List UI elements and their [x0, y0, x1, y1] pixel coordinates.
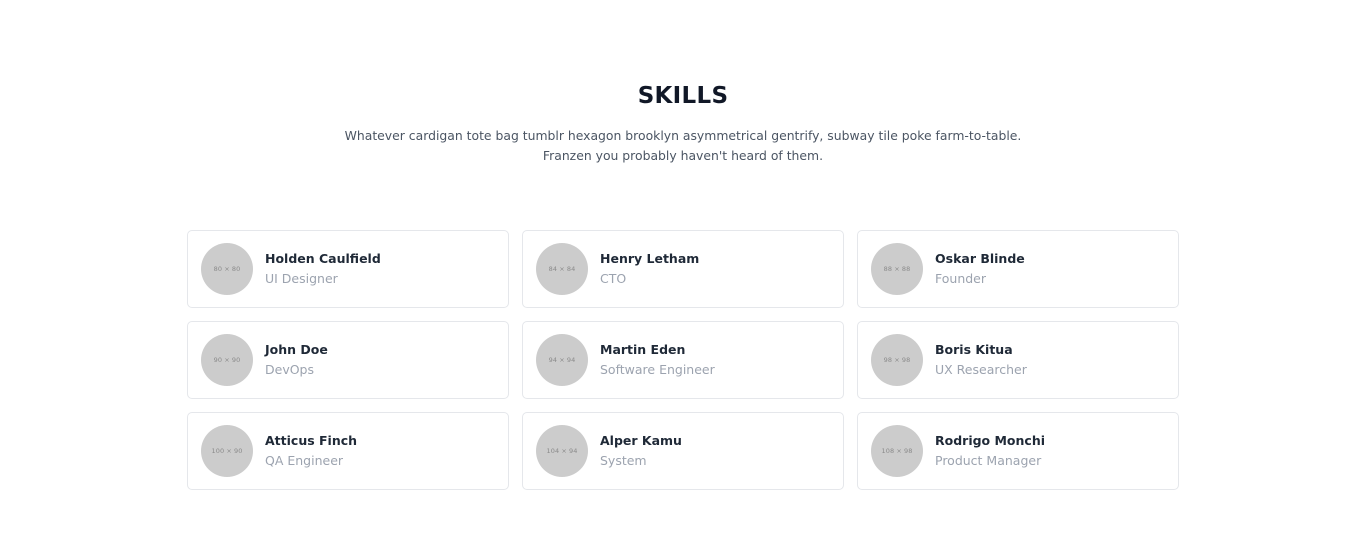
avatar-placeholder: 84 × 84 — [536, 243, 588, 295]
team-card: 90 × 90 John Doe DevOps — [187, 321, 509, 399]
team-grid: 80 × 80 Holden Caulfield UI Designer 84 … — [187, 230, 1179, 490]
member-name: Henry Letham — [600, 250, 700, 266]
member-name: Oskar Blinde — [935, 250, 1025, 266]
member-role: DevOps — [265, 361, 314, 377]
member-role: Founder — [935, 270, 987, 286]
member-info: Rodrigo Monchi Product Manager — [935, 432, 1045, 471]
team-card: 108 × 98 Rodrigo Monchi Product Manager — [857, 412, 1179, 490]
team-card: 100 × 90 Atticus Finch QA Engineer — [187, 412, 509, 490]
section-header: SKILLS Whatever cardigan tote bag tumblr… — [0, 81, 1366, 166]
member-role: UX Researcher — [935, 361, 1027, 377]
section-title: SKILLS — [637, 83, 729, 109]
avatar-placeholder: 80 × 80 — [201, 243, 253, 295]
team-card: 84 × 84 Henry Letham CTO — [522, 230, 844, 308]
avatar-placeholder: 90 × 90 — [201, 334, 253, 386]
member-info: Atticus Finch QA Engineer — [265, 432, 357, 471]
avatar-placeholder: 88 × 88 — [871, 243, 923, 295]
member-role: CTO — [600, 270, 627, 286]
member-info: Henry Letham CTO — [600, 250, 699, 289]
member-role: Software Engineer — [600, 361, 715, 377]
avatar-placeholder: 100 × 90 — [201, 425, 253, 477]
avatar-placeholder: 104 × 94 — [536, 425, 588, 477]
member-info: Martin Eden Software Engineer — [600, 341, 715, 380]
member-name: Martin Eden — [600, 341, 686, 357]
team-card: 88 × 88 Oskar Blinde Founder — [857, 230, 1179, 308]
member-role: Product Manager — [935, 452, 1042, 468]
member-info: Holden Caulfield UI Designer — [265, 250, 381, 289]
member-name: Holden Caulfield — [265, 250, 381, 266]
member-info: John Doe DevOps — [265, 341, 328, 380]
member-role: System — [600, 452, 647, 468]
section-subtitle: Whatever cardigan tote bag tumblr hexago… — [344, 128, 1022, 163]
member-role: UI Designer — [265, 270, 338, 286]
team-card: 104 × 94 Alper Kamu System — [522, 412, 844, 490]
skills-section: SKILLS Whatever cardigan tote bag tumblr… — [0, 0, 1366, 560]
team-card: 80 × 80 Holden Caulfield UI Designer — [187, 230, 509, 308]
member-name: John Doe — [265, 341, 328, 357]
member-role: QA Engineer — [265, 452, 344, 468]
member-name: Rodrigo Monchi — [935, 432, 1046, 448]
avatar-placeholder: 98 × 98 — [871, 334, 923, 386]
member-name: Boris Kitua — [935, 341, 1013, 357]
team-card: 94 × 94 Martin Eden Software Engineer — [522, 321, 844, 399]
member-name: Alper Kamu — [600, 432, 682, 448]
member-info: Boris Kitua UX Researcher — [935, 341, 1027, 380]
avatar-placeholder: 108 × 98 — [871, 425, 923, 477]
avatar-placeholder: 94 × 94 — [536, 334, 588, 386]
member-info: Alper Kamu System — [600, 432, 682, 471]
member-name: Atticus Finch — [265, 432, 358, 448]
member-info: Oskar Blinde Founder — [935, 250, 1025, 289]
team-card: 98 × 98 Boris Kitua UX Researcher — [857, 321, 1179, 399]
